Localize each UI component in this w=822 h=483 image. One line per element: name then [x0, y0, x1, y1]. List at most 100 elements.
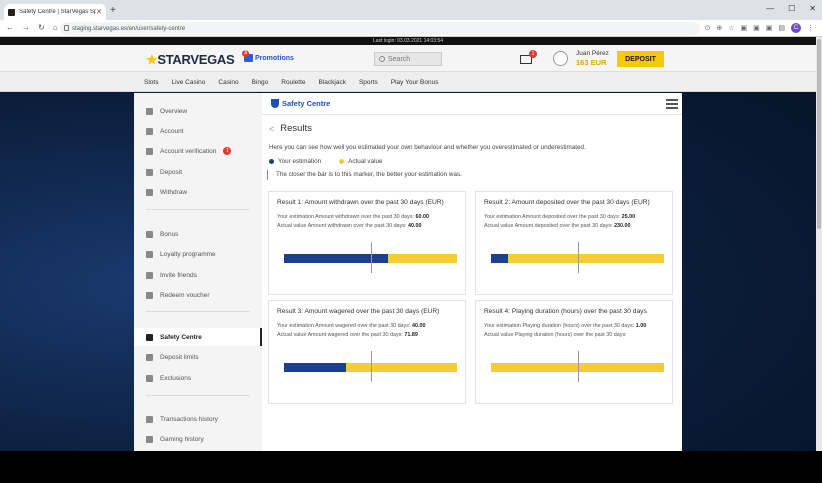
estimation-label: Your estimation Amount withdrawn over th… — [277, 214, 415, 220]
menu-item-blackjack[interactable]: Blackjack — [319, 79, 346, 86]
sidebar-item-deposit[interactable]: Deposit — [134, 163, 262, 181]
close-tab-icon[interactable]: ✕ — [96, 8, 102, 16]
back-chevron-icon[interactable]: < — [269, 124, 274, 134]
sidebar-item-label: Exclusions — [160, 374, 192, 382]
sidebar-item-label: Gaming history — [160, 435, 204, 443]
sidebar-item-bonus[interactable]: Bonus — [134, 225, 262, 243]
legend-actual: Actual value — [339, 158, 382, 165]
estimation-value: 1.00 — [635, 323, 647, 329]
window-controls: — ☐ ✕ — [766, 4, 816, 13]
close-window-icon[interactable]: ✕ — [809, 4, 816, 13]
home-icon — [146, 107, 153, 115]
hamburger-menu-icon[interactable] — [666, 99, 678, 109]
bank-icon — [146, 188, 153, 196]
sidebar-item-transactions-history[interactable]: Transactions history — [134, 410, 262, 428]
sidebar-item-label: Withdraw — [160, 188, 188, 196]
actual-dot-icon — [339, 158, 345, 164]
intro-text: Here you can see how well you estimated … — [269, 144, 586, 151]
ticket-icon — [146, 250, 153, 258]
sidebar-item-label: Invite friends — [160, 271, 197, 279]
sidebar-item-loyalty-programme[interactable]: Loyalty programme — [134, 245, 262, 263]
forward-icon[interactable]: → — [22, 23, 30, 32]
main-menu: Slots Live Casino Casino Bingo Roulette Black… — [0, 72, 816, 92]
shield-icon — [271, 99, 279, 108]
maximize-icon[interactable]: ☐ — [788, 4, 795, 13]
letterbox — [0, 451, 822, 483]
panel-title-text: Safety Centre — [282, 99, 331, 108]
sidebar-item-redeem-voucher[interactable]: Redeem voucher — [134, 286, 262, 304]
browser-tab[interactable]: Safety Centre | StarVegas Spain ✕ — [4, 4, 106, 20]
estimation-dot-icon — [269, 158, 274, 164]
promotions-label: Promotions — [255, 54, 294, 62]
promotions-link[interactable]: 3 Promotions — [242, 50, 294, 62]
deposit-button[interactable]: DEPOSIT — [617, 51, 664, 67]
sidebar-item-account[interactable]: Account — [134, 122, 262, 140]
verification-badge: 1 — [223, 147, 232, 155]
diamond-icon — [146, 230, 153, 238]
mail-badge: 1 — [529, 50, 537, 58]
results-title-text: Results — [280, 123, 312, 134]
key-icon[interactable]: ⊙ — [704, 24, 710, 32]
extension-icon[interactable]: ▣ — [766, 24, 773, 32]
logo-text: STARVEGAS — [157, 52, 235, 67]
nav-buttons: ← → ↻ ⌂ — [6, 23, 58, 32]
mail-icon[interactable]: 1 — [520, 50, 537, 64]
actual-label: Actual value Amount deposited over the p… — [484, 223, 613, 229]
url-field[interactable]: staging.starvegas.es/en/user/safety-cent… — [60, 22, 700, 35]
menu-item-casino[interactable]: Casino — [218, 79, 238, 86]
result-title: Result 3: Amount wagered over the past 3… — [277, 308, 440, 315]
legend-estimation-label: Your estimation — [278, 158, 322, 165]
site-logo[interactable]: ★STARVEGAS — [146, 52, 235, 68]
menu-dots-icon[interactable]: ⋮ — [807, 24, 814, 32]
sidebar-item-account-verification[interactable]: Account verification 1 — [134, 142, 262, 160]
sidebar-item-deposit-limits[interactable]: Deposit limits — [134, 348, 262, 366]
address-bar: ← → ↻ ⌂ staging.starvegas.es/en/user/saf… — [0, 20, 822, 37]
menu-item-play-your-bonus[interactable]: Play Your Bonus — [391, 79, 439, 86]
back-icon[interactable]: ← — [6, 23, 14, 32]
reload-icon[interactable]: ↻ — [38, 23, 45, 32]
sidebar-item-invite-friends[interactable]: Invite friends — [134, 266, 262, 284]
block-icon — [146, 374, 153, 382]
menu-item-live-casino[interactable]: Live Casino — [171, 79, 205, 86]
extension-icon[interactable]: ▣ — [741, 24, 748, 32]
zoom-icon[interactable]: ⊕ — [716, 24, 722, 32]
sidebar-item-exclusions[interactable]: Exclusions — [134, 369, 262, 387]
scrollbar-thumb[interactable] — [817, 39, 821, 229]
sidebar-item-withdraw[interactable]: Withdraw — [134, 183, 262, 201]
menu-item-slots[interactable]: Slots — [144, 79, 158, 86]
avatar[interactable] — [553, 51, 568, 66]
estimation-line: Your estimation Amount wagered over the … — [277, 323, 425, 329]
sidebar-item-overview[interactable]: Overview — [134, 102, 262, 120]
search-input[interactable]: Search — [374, 52, 442, 66]
sidebar-item-label: Transactions history — [160, 415, 218, 423]
actual-line: Actual value Amount deposited over the p… — [484, 223, 631, 229]
users-icon — [146, 271, 153, 279]
page: Last login: 03.03.2021 14:03:54 ★STARVEG… — [0, 37, 822, 451]
sidebar-item-safety-centre[interactable]: Safety Centre — [134, 328, 262, 346]
extension-icon[interactable]: ▣ — [753, 24, 760, 32]
limit-icon — [146, 353, 153, 361]
profile-icon[interactable]: C — [791, 23, 801, 33]
minimize-icon[interactable]: — — [766, 4, 774, 13]
legend: Your estimation Actual value — [269, 158, 382, 165]
scrollbar[interactable] — [816, 37, 822, 451]
star-icon[interactable]: ☆ — [728, 24, 734, 32]
menu-item-roulette[interactable]: Roulette — [281, 79, 305, 86]
result-title: Result 2: Amount deposited over the past… — [484, 199, 650, 206]
actual-label: Actual value Amount withdrawn over the p… — [277, 223, 407, 229]
sidebar-item-label: Deposit limits — [160, 353, 199, 361]
gift-icon — [146, 291, 153, 299]
estimation-label: Your estimation Amount deposited over th… — [484, 214, 621, 220]
puzzle-icon[interactable]: ▤ — [778, 24, 785, 32]
new-tab-icon[interactable]: + — [110, 5, 116, 16]
menu-item-bingo[interactable]: Bingo — [252, 79, 269, 86]
home-icon[interactable]: ⌂ — [53, 23, 58, 32]
user-icon — [146, 127, 153, 135]
sidebar-item-label: Bonus — [160, 230, 179, 238]
menu-item-sports[interactable]: Sports — [359, 79, 378, 86]
sidebar-item-label: Redeem voucher — [160, 291, 210, 299]
estimation-line: Your estimation Playing duration (hours)… — [484, 323, 646, 329]
id-card-icon — [146, 147, 153, 155]
sidebar-item-gaming-history[interactable]: Gaming history — [134, 430, 262, 448]
user-name[interactable]: Juan Pérez — [576, 50, 609, 57]
